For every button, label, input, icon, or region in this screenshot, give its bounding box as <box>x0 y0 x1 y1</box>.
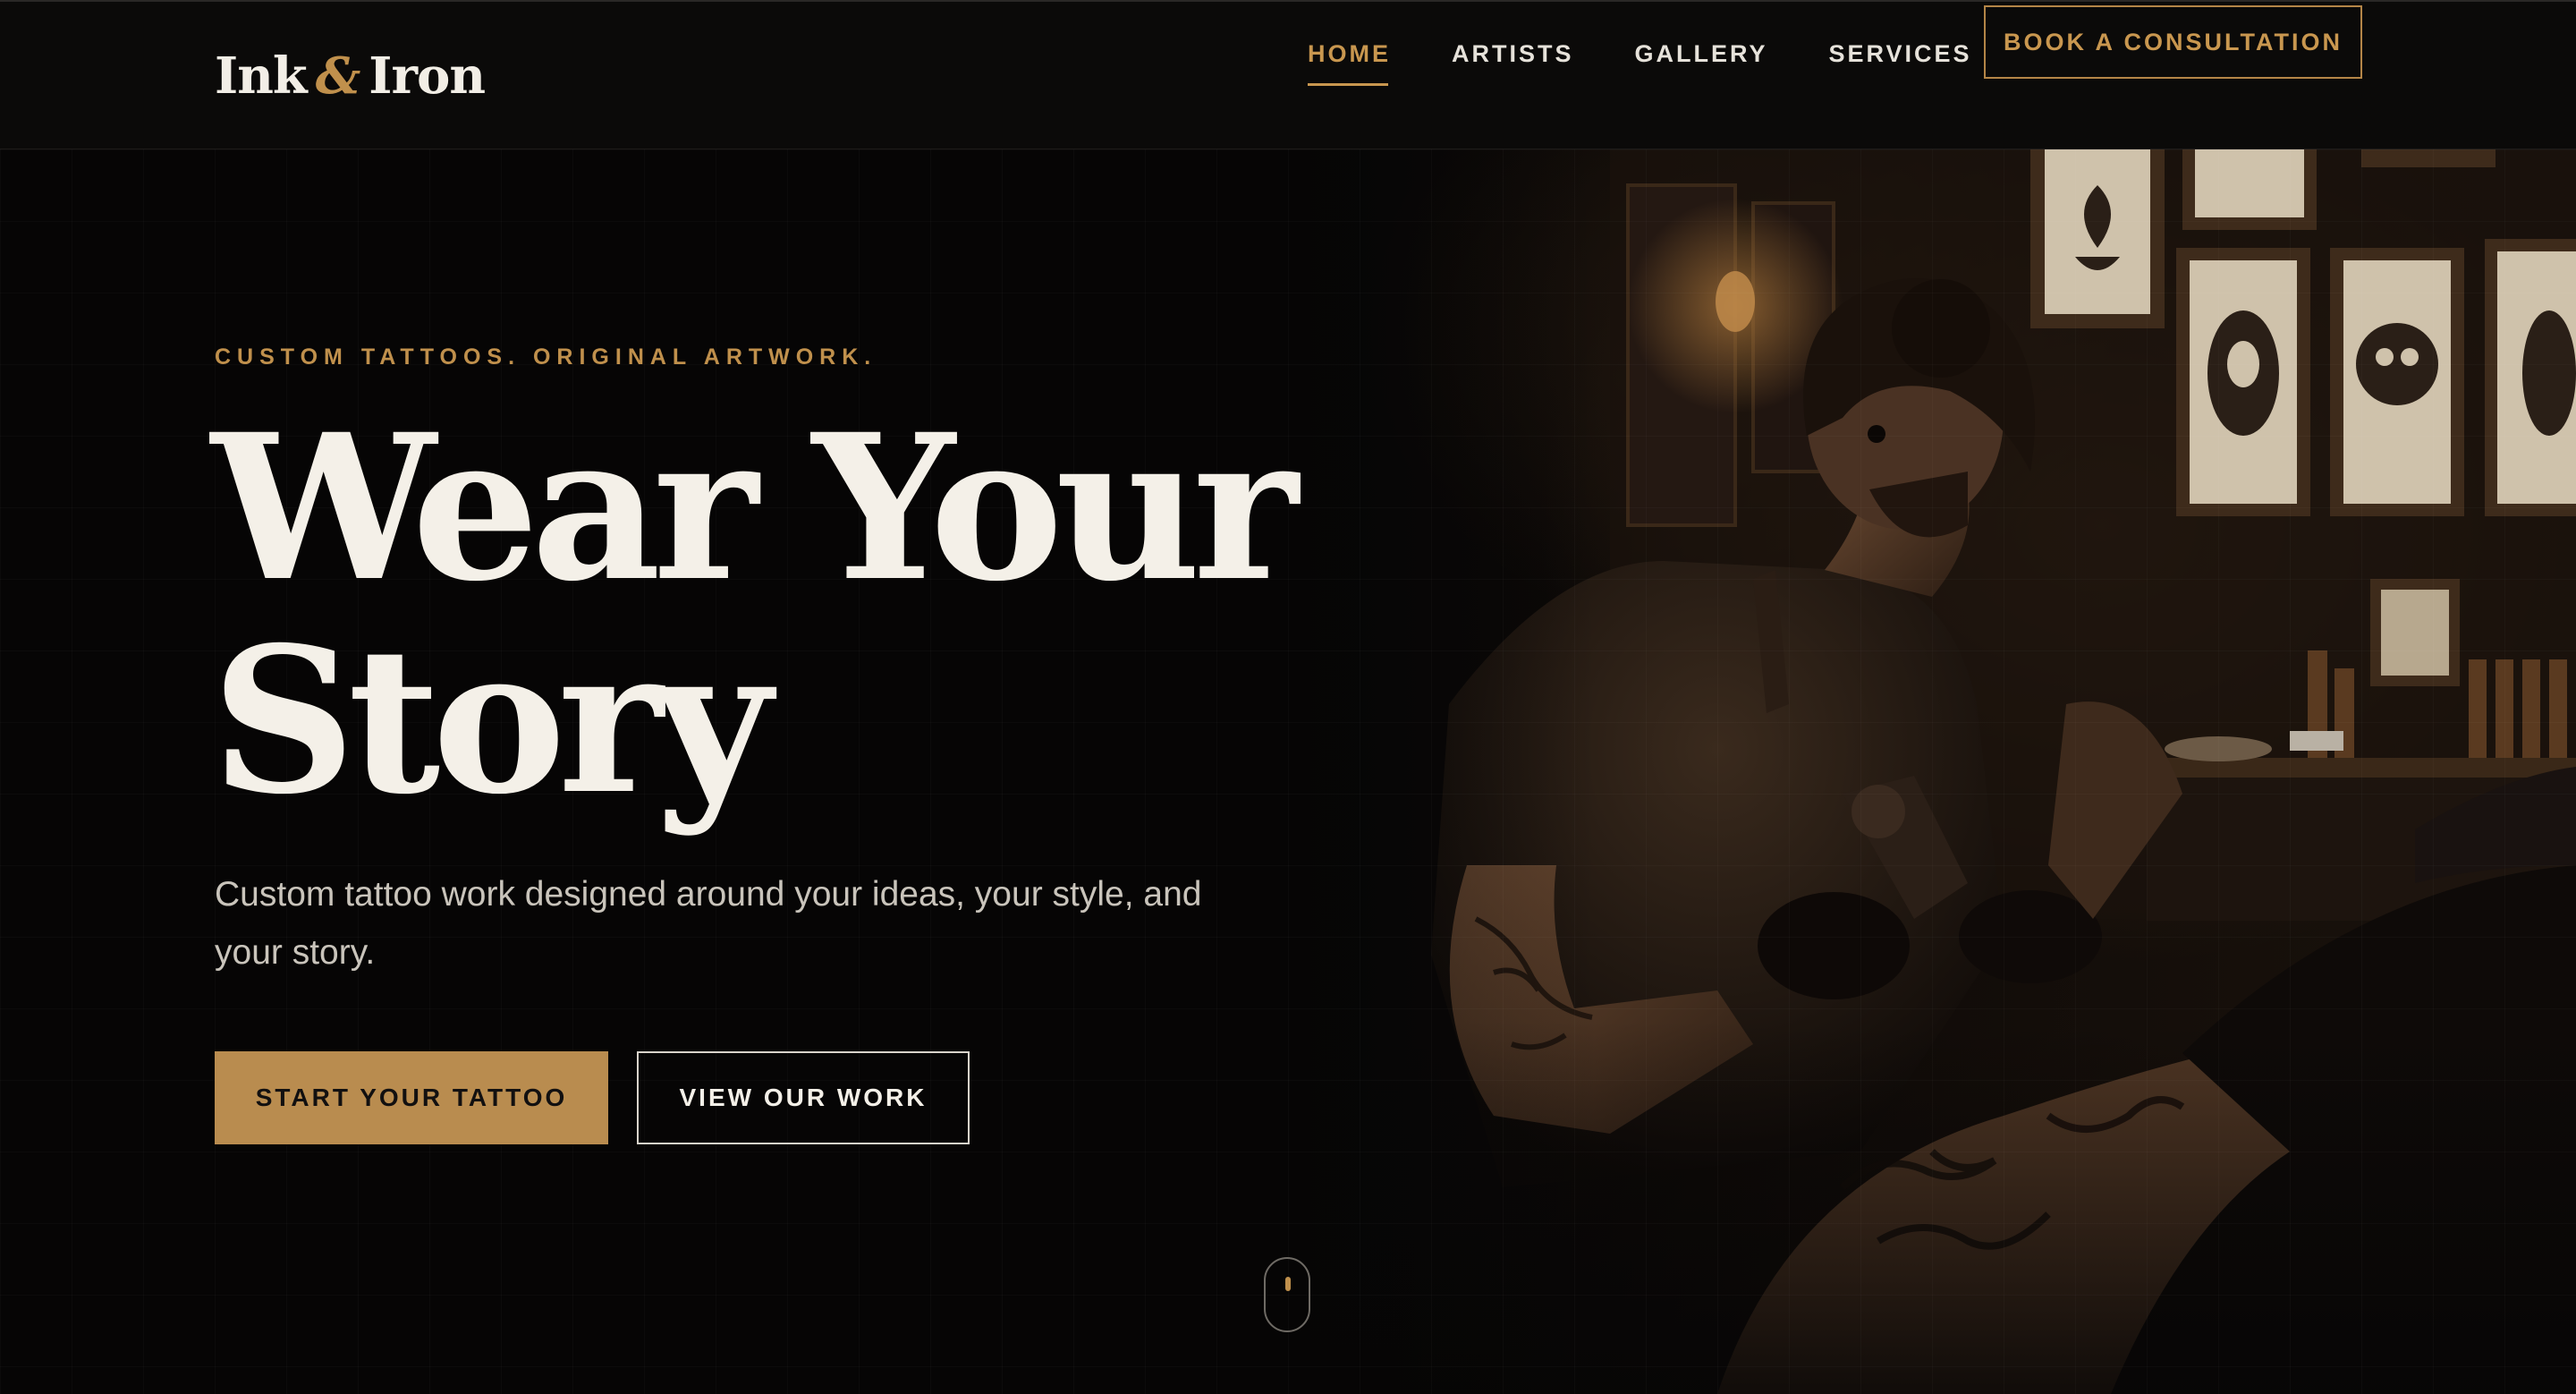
main-nav: HOME ARTISTS GALLERY SERVICES <box>1308 27 2033 86</box>
nav-services[interactable]: SERVICES <box>1829 40 1972 68</box>
logo-text-ink: Ink <box>215 47 308 106</box>
hero-eyebrow: CUSTOM TATTOOS. ORIGINAL ARTWORK. <box>215 344 877 370</box>
book-consultation-button[interactable]: BOOK A CONSULTATION <box>1984 5 2362 79</box>
nav-home[interactable]: HOME <box>1308 40 1391 86</box>
logo-ampersand: & <box>315 47 361 106</box>
logo-text-iron: Iron <box>369 47 486 106</box>
scroll-down-mouse-icon[interactable] <box>1264 1257 1310 1332</box>
site-header: Ink & Iron HOME ARTISTS GALLERY SERVICES B… <box>0 0 2576 149</box>
headline-line-1: Wear Your <box>211 390 1299 625</box>
hero-headline: Wear Your Story <box>211 402 1374 828</box>
view-our-work-button[interactable]: VIEW OUR WORK <box>637 1051 970 1144</box>
site-logo[interactable]: Ink & Iron <box>215 47 486 106</box>
nav-gallery[interactable]: GALLERY <box>1635 40 1768 68</box>
page: Ink & Iron HOME ARTISTS GALLERY SERVICES B… <box>0 0 2576 1394</box>
nav-artists[interactable]: ARTISTS <box>1452 40 1574 68</box>
hero-subtext: Custom tattoo work designed around your … <box>215 875 1202 972</box>
start-your-tattoo-button[interactable]: START YOUR TATTOO <box>215 1051 608 1144</box>
scroll-wheel-dot <box>1285 1277 1291 1291</box>
hero-section: CUSTOM TATTOOS. ORIGINAL ARTWORK. Wear Y… <box>0 149 2576 1394</box>
headline-line-2: Story <box>211 603 772 838</box>
